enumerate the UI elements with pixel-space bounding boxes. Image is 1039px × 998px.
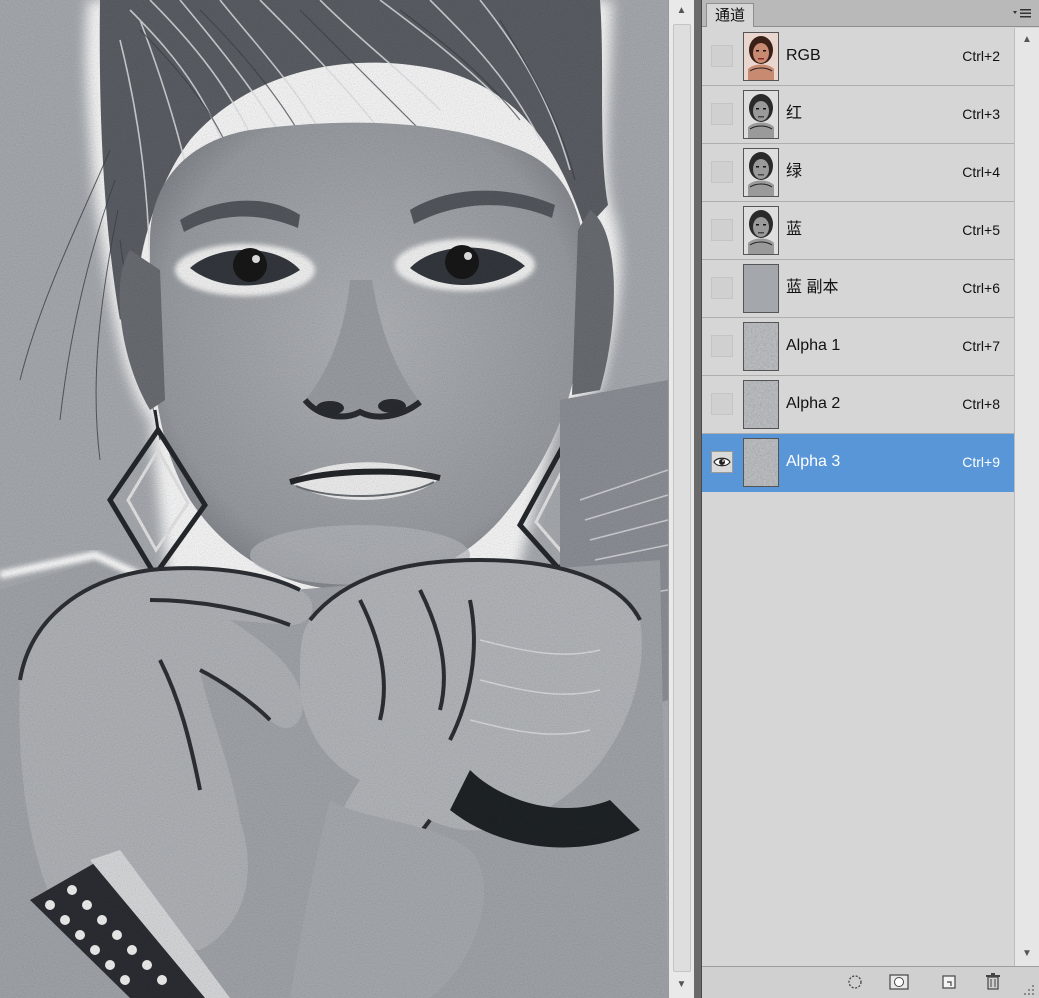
channel-thumbnail[interactable]: [743, 32, 779, 81]
channel-shortcut: Ctrl+5: [962, 222, 1000, 238]
channel-row[interactable]: RGB Ctrl+2: [702, 28, 1014, 86]
delete-channel-icon[interactable]: [982, 972, 1004, 992]
channel-shortcut: Ctrl+3: [962, 106, 1000, 122]
channel-name: Alpha 3: [786, 453, 841, 470]
channel-thumbnail[interactable]: [743, 148, 779, 197]
canvas-image: [0, 0, 668, 998]
channel-row[interactable]: 蓝 副本 Ctrl+6: [702, 260, 1014, 318]
new-channel-icon[interactable]: [938, 972, 960, 992]
channel-shortcut: Ctrl+4: [962, 164, 1000, 180]
visibility-eye-icon[interactable]: [711, 451, 733, 473]
channel-thumbnail[interactable]: [743, 322, 779, 371]
tab-channels[interactable]: 通道: [706, 3, 755, 27]
panel-scroll-up-icon[interactable]: ▲: [1015, 32, 1039, 48]
document-canvas[interactable]: [0, 0, 668, 998]
channel-thumbnail[interactable]: [743, 90, 779, 139]
panel-header: 通道: [702, 0, 1039, 27]
channel-name: 蓝: [786, 221, 803, 238]
channel-shortcut: Ctrl+8: [962, 396, 1000, 412]
channel-row[interactable]: 绿 Ctrl+4: [702, 144, 1014, 202]
channel-name: 蓝 副本: [786, 279, 839, 296]
load-selection-icon[interactable]: [844, 972, 866, 992]
channel-shortcut: Ctrl+6: [962, 280, 1000, 296]
channel-name: Alpha 1: [786, 337, 841, 354]
channel-list: RGB Ctrl+2 红 Ctrl+3 绿 Ctrl+4 蓝 Ctrl+5 蓝 副本 Ctrl+6…: [702, 28, 1014, 492]
panel-vertical-scrollbar[interactable]: ▲ ▼: [1014, 28, 1039, 966]
channels-panel: 通道 RGB Ctrl+2 红 Ctrl+3 绿 Ctrl+4 蓝 Ctrl+5 蓝 副本 Ctr…: [701, 0, 1039, 998]
channel-shortcut: Ctrl+7: [962, 338, 1000, 354]
channel-shortcut: Ctrl+2: [962, 48, 1000, 64]
panel-divider: [694, 0, 701, 998]
save-selection-icon[interactable]: [888, 972, 910, 992]
channel-row[interactable]: Alpha 2 Ctrl+8: [702, 376, 1014, 434]
channel-row[interactable]: Alpha 1 Ctrl+7: [702, 318, 1014, 376]
resize-grip-icon[interactable]: [1023, 983, 1035, 995]
channel-thumbnail[interactable]: [743, 438, 779, 487]
channel-shortcut: Ctrl+9: [962, 454, 1000, 470]
channel-name: Alpha 2: [786, 395, 841, 412]
channel-thumbnail[interactable]: [743, 380, 779, 429]
channel-thumbnail[interactable]: [743, 264, 779, 313]
channel-row[interactable]: 蓝 Ctrl+5: [702, 202, 1014, 260]
panel-menu-icon[interactable]: [1011, 5, 1033, 21]
canvas-scroll-thumb[interactable]: [673, 24, 691, 972]
channel-name: 绿: [786, 163, 803, 180]
channel-name: RGB: [786, 47, 821, 64]
visibility-toggle[interactable]: [711, 219, 733, 241]
panel-scroll-down-icon[interactable]: ▼: [1015, 946, 1039, 962]
channel-name: 红: [786, 105, 803, 122]
visibility-toggle[interactable]: [711, 277, 733, 299]
channel-row[interactable]: Alpha 3 Ctrl+9: [702, 434, 1014, 492]
visibility-toggle[interactable]: [711, 45, 733, 67]
visibility-toggle[interactable]: [711, 335, 733, 357]
channel-thumbnail[interactable]: [743, 206, 779, 255]
scroll-up-arrow-icon[interactable]: ▲: [669, 2, 694, 20]
panel-footer: [702, 966, 1039, 998]
canvas-vertical-scrollbar[interactable]: ▲ ▼: [668, 0, 694, 998]
photoshop-workspace: ▲ ▼ 通道 RGB Ctrl+2 红 Ctrl+3 绿 Ctrl+4 蓝 Ctrl+5 蓝 副…: [0, 0, 1039, 998]
scroll-down-arrow-icon[interactable]: ▼: [669, 976, 694, 994]
visibility-toggle[interactable]: [711, 103, 733, 125]
channel-row[interactable]: 红 Ctrl+3: [702, 86, 1014, 144]
visibility-toggle[interactable]: [711, 393, 733, 415]
visibility-toggle[interactable]: [711, 161, 733, 183]
